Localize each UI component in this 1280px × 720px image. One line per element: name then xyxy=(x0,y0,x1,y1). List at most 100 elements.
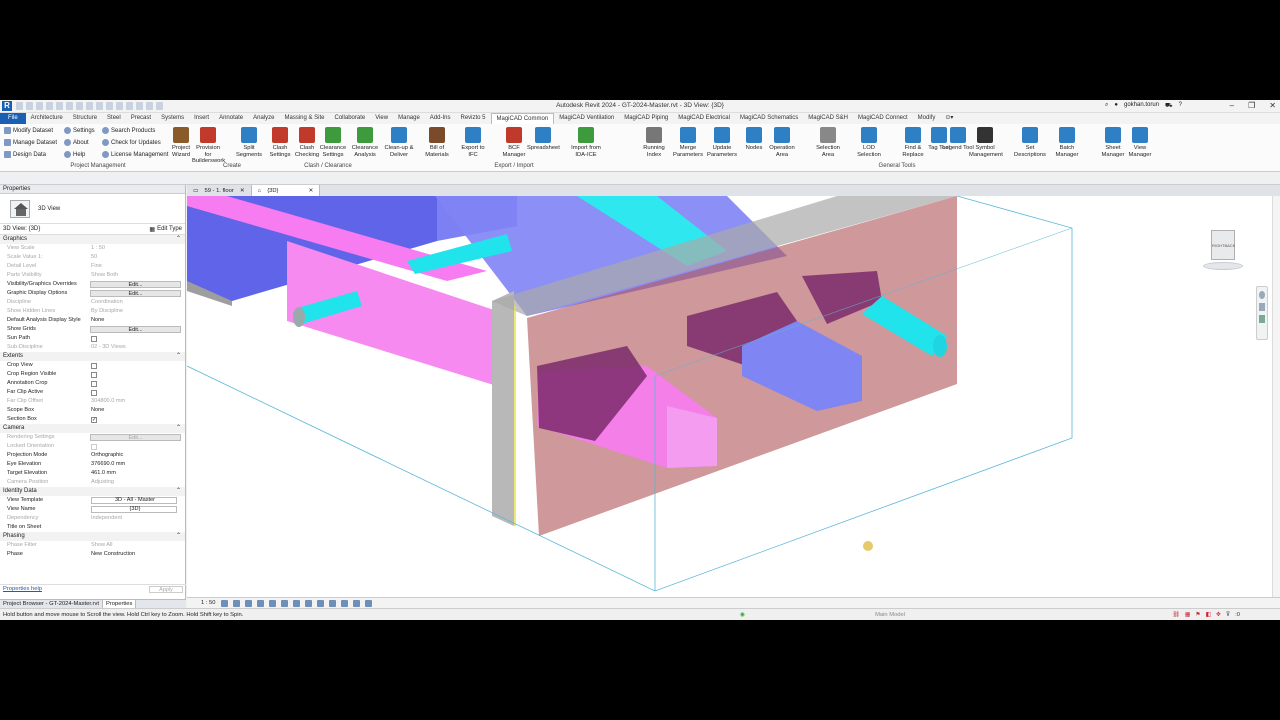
analytical-model-icon[interactable] xyxy=(352,599,360,607)
symbol-management-button[interactable]: Symbol Management xyxy=(969,127,1003,158)
property-value[interactable]: 461.0 mm xyxy=(88,469,185,478)
close-tab-icon[interactable]: ✕ xyxy=(308,188,313,194)
property-value[interactable]: New Construction xyxy=(88,550,185,559)
running-index-button[interactable]: Running Index xyxy=(638,127,670,158)
close-icon[interactable]: ✕ xyxy=(1269,101,1276,110)
clearance-analysis-button[interactable]: Clearance Analysis xyxy=(349,127,381,158)
tab-revizto-5[interactable]: Revizto 5 xyxy=(455,113,490,124)
properties-tab[interactable]: Properties xyxy=(103,600,137,608)
export-to-ifc-button[interactable]: Export to IFC xyxy=(457,127,489,158)
view-manager-button[interactable]: View Manager xyxy=(1124,127,1156,158)
batch-manager-button[interactable]: Batch Manager xyxy=(1051,127,1083,158)
minimize-icon[interactable]: – xyxy=(1230,101,1234,110)
search-products-button[interactable]: Search Products xyxy=(102,127,155,134)
zoom-fit-icon[interactable] xyxy=(1259,315,1265,323)
tab-structure[interactable]: Structure xyxy=(68,113,102,124)
type-selector[interactable]: 3D View xyxy=(0,194,185,224)
value-field[interactable]: 3D - All - Master xyxy=(91,497,177,504)
tab-view[interactable]: View xyxy=(370,113,393,124)
split-segments-button[interactable]: Split Segments xyxy=(233,127,265,158)
tab-analyze[interactable]: Analyze xyxy=(248,113,279,124)
edit-button[interactable]: Edit... xyxy=(90,281,181,288)
instance-selector[interactable]: 3D View: {3D} xyxy=(3,226,40,232)
crop-region-icon[interactable] xyxy=(292,599,300,607)
ribbon-toggle-icon[interactable]: ⊙▾ xyxy=(940,113,958,124)
zoom-icon[interactable] xyxy=(1259,303,1265,311)
tab-magicad-ventilation[interactable]: MagiCAD Ventilation xyxy=(554,113,619,124)
tab-manage[interactable]: Manage xyxy=(393,113,425,124)
tab-magicad-piping[interactable]: MagiCAD Piping xyxy=(619,113,673,124)
user-name[interactable]: gokhan.torun xyxy=(1124,102,1159,110)
select-by-face-icon[interactable]: ◧ xyxy=(1206,609,1211,620)
property-value[interactable]: 376690.0 mm xyxy=(88,460,185,469)
3d-viewport[interactable]: RIGHT BACK xyxy=(187,196,1272,597)
tab-insert[interactable]: Insert xyxy=(189,113,214,124)
main-model-selector[interactable]: Main Model xyxy=(875,609,905,620)
worksets-icon[interactable]: ◉ xyxy=(740,609,745,620)
steering-wheel-icon[interactable] xyxy=(1259,291,1265,299)
tab-magicad-schematics[interactable]: MagiCAD Schematics xyxy=(735,113,803,124)
value-field[interactable]: {3D} xyxy=(91,506,177,513)
lod-selection-button[interactable]: LOD Selection xyxy=(853,127,885,158)
binoculars-icon[interactable]: ⌕ xyxy=(1105,102,1108,110)
edit-button[interactable]: Edit... xyxy=(90,326,181,333)
wall-column[interactable] xyxy=(492,291,514,526)
provision-for-builderswork-button[interactable]: Provision for Builderswork xyxy=(192,127,225,165)
license-management-button[interactable]: License Management xyxy=(102,151,168,158)
clearance-settings-button[interactable]: Clearance Settings xyxy=(317,127,349,158)
view-cube[interactable]: RIGHT BACK xyxy=(1197,226,1249,271)
property-value[interactable] xyxy=(88,523,185,532)
vertical-scrollbar[interactable] xyxy=(1272,196,1280,597)
tab-massing-site[interactable]: Massing & Site xyxy=(279,113,329,124)
tab-magicad-common[interactable]: MagiCAD Common xyxy=(490,113,555,124)
project-browser-tab[interactable]: Project Browser - GT-2024-Master.rvt xyxy=(0,600,103,608)
tab-magicad-s-h[interactable]: MagiCAD S&H xyxy=(803,113,853,124)
set-descriptions-button[interactable]: Set Descriptions xyxy=(1014,127,1046,158)
sun-path-icon[interactable] xyxy=(244,599,252,607)
view-cube-box[interactable]: RIGHT BACK xyxy=(1211,230,1235,260)
modify-dataset-button[interactable]: Modify Dataset xyxy=(4,127,53,134)
property-value[interactable]: Orthographic xyxy=(88,451,185,460)
checkbox[interactable] xyxy=(91,362,97,369)
about-button[interactable]: About xyxy=(64,139,89,146)
reveal-hidden-icon[interactable] xyxy=(328,599,336,607)
select-pinned-icon[interactable]: ⚑ xyxy=(1195,609,1200,620)
category-camera[interactable]: Camera xyxy=(0,424,185,433)
settings-button[interactable]: Settings xyxy=(64,127,95,134)
view-cube-ring[interactable] xyxy=(1203,262,1243,270)
design-data-button[interactable]: Design Data xyxy=(4,151,46,158)
tab-systems[interactable]: Systems xyxy=(156,113,189,124)
tab-architecture[interactable]: Architecture xyxy=(26,113,68,124)
tab-add-ins[interactable]: Add-Ins xyxy=(425,113,456,124)
update-parameters-button[interactable]: Update Parameters xyxy=(706,127,738,158)
edit-type-button[interactable]: ▦ Edit Type xyxy=(149,226,182,233)
cart-icon[interactable]: ⛟ xyxy=(1165,102,1173,110)
category-graphics[interactable]: Graphics xyxy=(0,235,185,244)
tab-steel[interactable]: Steel xyxy=(102,113,126,124)
temporary-hide-icon[interactable] xyxy=(316,599,324,607)
tab-floor-plan[interactable]: ▭ 59 - 1. floor ✕ xyxy=(187,185,252,196)
tab-precast[interactable]: Precast xyxy=(126,113,156,124)
property-value[interactable]: None xyxy=(88,406,185,415)
select-underlay-icon[interactable]: ▦ xyxy=(1185,609,1190,620)
checkbox[interactable] xyxy=(91,389,97,396)
help-icon[interactable]: ? xyxy=(1179,102,1182,110)
select-links-icon[interactable]: ⛓ xyxy=(1173,609,1180,620)
tab-3d-view[interactable]: ⌂ {3D} ✕ xyxy=(251,185,321,196)
filter-icon[interactable]: ⊽ xyxy=(1226,609,1230,620)
clean-up-deliver-button[interactable]: Clean-up & Deliver xyxy=(383,127,415,158)
detail-level-icon[interactable] xyxy=(220,599,228,607)
tab-collaborate[interactable]: Collaborate xyxy=(330,113,371,124)
checkbox[interactable] xyxy=(91,371,97,378)
category-extents[interactable]: Extents xyxy=(0,352,185,361)
visual-style-icon[interactable] xyxy=(232,599,240,607)
close-tab-icon[interactable]: ✕ xyxy=(240,188,245,194)
restore-icon[interactable]: ❐ xyxy=(1248,101,1255,110)
drag-elements-icon[interactable]: ✥ xyxy=(1216,609,1221,620)
lock-3d-view-icon[interactable] xyxy=(304,599,312,607)
tab-file[interactable]: File xyxy=(0,113,26,124)
checkbox[interactable] xyxy=(91,335,97,342)
bill-of-materials-button[interactable]: Bill of Materials xyxy=(421,127,453,158)
merge-parameters-button[interactable]: Merge Parameters xyxy=(672,127,704,158)
tab-modify[interactable]: Modify xyxy=(913,113,941,124)
